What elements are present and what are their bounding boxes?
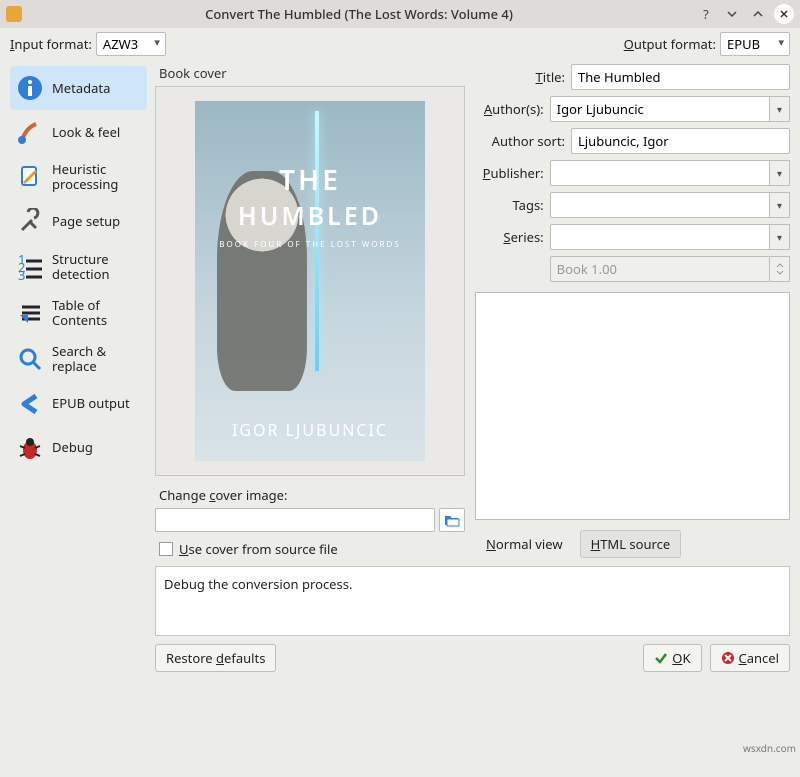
- sidebar-item-epub-output[interactable]: EPUB output: [10, 382, 147, 426]
- window-title: Convert The Humbled (The Lost Words: Vol…: [28, 5, 690, 23]
- wrench-icon: [16, 208, 44, 236]
- series-index-input: [550, 256, 770, 282]
- search-icon: [16, 345, 44, 373]
- ok-button[interactable]: OK: [643, 644, 701, 672]
- authors-label: Author(s):: [475, 100, 544, 118]
- wand-icon: [16, 163, 44, 191]
- use-source-cover-checkbox[interactable]: [159, 542, 173, 556]
- authorsort-input[interactable]: [571, 128, 790, 154]
- sidebar-item-label: Table of Contents: [52, 298, 141, 328]
- folder-open-icon: [444, 513, 460, 527]
- series-dropdown[interactable]: ▾: [770, 224, 790, 250]
- sidebar: Metadata Look & feel Heuristic processin…: [10, 62, 147, 777]
- output-format-label: Output format:: [624, 35, 716, 53]
- metadata-form: Title: Author(s): ▾ Author sort: Publish…: [475, 62, 790, 558]
- tab-normal-view[interactable]: Normal view: [475, 530, 574, 558]
- sidebar-item-structure[interactable]: 123 Structure detection: [10, 244, 147, 290]
- button-bar: Restore defaults OK Cancel: [155, 642, 790, 680]
- sidebar-item-label: EPUB output: [52, 396, 141, 411]
- series-label: Series:: [475, 228, 544, 246]
- change-cover-input[interactable]: [155, 508, 435, 532]
- close-button[interactable]: [774, 4, 794, 24]
- change-cover-label: Change cover image:: [159, 486, 465, 504]
- app-icon: [6, 6, 22, 22]
- cover-preview: THE HUMBLED BOOK FOUR OF THE LOST WORDS …: [155, 86, 465, 476]
- authors-dropdown[interactable]: ▾: [770, 96, 790, 122]
- sidebar-item-label: Look & feel: [52, 125, 141, 140]
- brush-icon: [16, 118, 44, 146]
- list-icon: 123: [16, 253, 44, 281]
- format-row: Input format: Output format:: [0, 28, 800, 62]
- svg-text:3: 3: [18, 266, 25, 281]
- input-format-label: Input format:: [10, 35, 92, 53]
- publisher-label: Publisher:: [475, 164, 544, 182]
- check-icon: [654, 651, 668, 665]
- bug-icon: [16, 434, 44, 462]
- titlebar: Convert The Humbled (The Lost Words: Vol…: [0, 0, 800, 28]
- maximize-button[interactable]: [748, 4, 768, 24]
- title-input[interactable]: [571, 64, 790, 90]
- tags-input[interactable]: [550, 192, 770, 218]
- help-button[interactable]: ?: [696, 4, 716, 24]
- series-input[interactable]: [550, 224, 770, 250]
- series-index-stepper: [770, 256, 790, 282]
- sidebar-item-label: Page setup: [52, 214, 141, 229]
- title-label: Title:: [475, 68, 565, 86]
- info-icon: [16, 74, 44, 102]
- cover-author: IGOR LJUBUNCIC: [232, 419, 388, 441]
- cancel-icon: [721, 651, 735, 665]
- description-box: Debug the conversion process.: [155, 566, 790, 636]
- tags-label: Tags:: [475, 196, 544, 214]
- sidebar-item-label: Metadata: [52, 81, 141, 96]
- sidebar-item-debug[interactable]: Debug: [10, 426, 147, 470]
- authorsort-label: Author sort:: [475, 132, 565, 150]
- sidebar-item-search-replace[interactable]: Search & replace: [10, 336, 147, 382]
- book-cover-label: Book cover: [159, 64, 465, 82]
- sidebar-item-label: Search & replace: [52, 344, 141, 374]
- sidebar-item-heuristic[interactable]: Heuristic processing: [10, 154, 147, 200]
- comments-editor[interactable]: [475, 292, 790, 520]
- sidebar-item-look-feel[interactable]: Look & feel: [10, 110, 147, 154]
- output-format-select[interactable]: [720, 32, 790, 56]
- cover-title-line1: THE: [279, 161, 341, 199]
- use-source-cover-label: Use cover from source file: [179, 540, 338, 558]
- sidebar-item-label: Debug: [52, 440, 141, 455]
- toc-icon: [16, 299, 44, 327]
- arrow-left-icon: [16, 390, 44, 418]
- cover-image: THE HUMBLED BOOK FOUR OF THE LOST WORDS …: [195, 101, 425, 461]
- restore-defaults-button[interactable]: Restore defaults: [155, 644, 276, 672]
- input-format-select[interactable]: [96, 32, 166, 56]
- tab-html-source[interactable]: HTML source: [580, 530, 682, 558]
- cancel-button[interactable]: Cancel: [710, 644, 790, 672]
- sidebar-item-label: Heuristic processing: [52, 162, 141, 192]
- tags-dropdown[interactable]: ▾: [770, 192, 790, 218]
- publisher-dropdown[interactable]: ▾: [770, 160, 790, 186]
- sidebar-item-page-setup[interactable]: Page setup: [10, 200, 147, 244]
- cover-subtitle: BOOK FOUR OF THE LOST WORDS: [219, 239, 400, 250]
- description-text: Debug the conversion process.: [164, 575, 352, 593]
- sidebar-item-toc[interactable]: Table of Contents: [10, 290, 147, 336]
- authors-input[interactable]: [550, 96, 770, 122]
- sidebar-item-metadata[interactable]: Metadata: [10, 66, 147, 110]
- sidebar-item-label: Structure detection: [52, 252, 141, 282]
- main-pane: Book cover THE HUMBLED BOOK FOUR OF THE …: [155, 62, 790, 777]
- publisher-input[interactable]: [550, 160, 770, 186]
- book-cover-section: Book cover THE HUMBLED BOOK FOUR OF THE …: [155, 62, 465, 558]
- minimize-button[interactable]: [722, 4, 742, 24]
- cover-title-line2: HUMBLED: [238, 199, 382, 233]
- watermark: wsxdn.com: [743, 741, 796, 755]
- browse-cover-button[interactable]: [439, 508, 465, 532]
